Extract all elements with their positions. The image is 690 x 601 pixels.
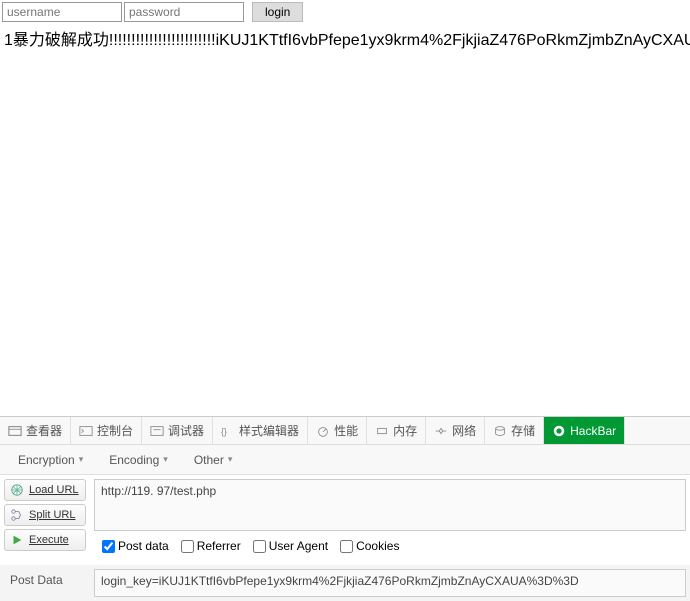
url-area: http://119. 97/test.php Post data Referr… — [90, 475, 690, 565]
network-icon — [434, 424, 448, 438]
encryption-dropdown[interactable]: Encryption ▾ — [10, 449, 91, 471]
check-post-data[interactable]: Post data — [102, 539, 169, 553]
inspector-icon — [8, 424, 22, 438]
tab-debugger[interactable]: 调试器 — [142, 417, 213, 444]
console-icon — [79, 424, 93, 438]
load-url-button[interactable]: Load URL — [4, 479, 86, 501]
post-input-wrap: login_key=iKUJ1KTtfI6vbPfepe1yx9krm4%2Fj… — [94, 569, 686, 597]
split-icon — [10, 508, 24, 522]
checks-row: Post data Referrer User Agent Cookies — [94, 531, 686, 561]
globe-icon — [10, 483, 24, 497]
post-data-label: Post Data — [4, 569, 94, 597]
check-label: Cookies — [356, 539, 399, 553]
tab-inspector[interactable]: 查看器 — [0, 417, 71, 444]
tab-hackbar[interactable]: HackBar — [544, 417, 625, 444]
tab-network[interactable]: 网络 — [426, 417, 485, 444]
tab-label: HackBar — [570, 424, 616, 438]
tab-label: 性能 — [334, 422, 358, 439]
chevron-down-icon: ▾ — [79, 454, 84, 465]
checkbox-user-agent[interactable] — [253, 540, 266, 553]
tab-storage[interactable]: 存储 — [485, 417, 544, 444]
tab-style-editor[interactable]: {} 样式编辑器 — [213, 417, 308, 444]
svg-text:{}: {} — [221, 426, 227, 436]
button-label: Execute — [29, 534, 69, 546]
dropdown-label: Other — [194, 453, 224, 467]
style-editor-icon: {} — [221, 424, 235, 438]
devtools-panel: 查看器 控制台 调试器 {} 样式编辑器 性能 — [0, 416, 690, 601]
tab-label: 控制台 — [97, 422, 133, 439]
chevron-down-icon: ▾ — [228, 454, 233, 465]
post-data-row: Post Data login_key=iKUJ1KTtfI6vbPfepe1y… — [0, 565, 690, 601]
tab-performance[interactable]: 性能 — [308, 417, 367, 444]
play-icon — [10, 533, 24, 547]
encoding-dropdown[interactable]: Encoding ▾ — [101, 449, 176, 471]
dropdown-label: Encoding — [109, 453, 159, 467]
hackbar-main: Load URL Split URL Execute http://119. 9… — [0, 475, 690, 565]
checkbox-post-data[interactable] — [102, 540, 115, 553]
memory-icon — [375, 424, 389, 438]
tab-label: 查看器 — [26, 422, 62, 439]
side-buttons: Load URL Split URL Execute — [0, 475, 90, 565]
check-label: User Agent — [269, 539, 328, 553]
check-cookies[interactable]: Cookies — [340, 539, 399, 553]
check-label: Referrer — [197, 539, 241, 553]
login-button[interactable]: login — [252, 2, 303, 22]
dropdown-label: Encryption — [18, 453, 75, 467]
username-input[interactable] — [2, 2, 122, 22]
tab-label: 网络 — [452, 422, 476, 439]
tab-label: 调试器 — [168, 422, 204, 439]
button-label: Load URL — [29, 484, 79, 496]
checkbox-referrer[interactable] — [181, 540, 194, 553]
check-label: Post data — [118, 539, 169, 553]
options-row: Encryption ▾ Encoding ▾ Other ▾ — [0, 445, 690, 475]
post-data-input[interactable]: login_key=iKUJ1KTtfI6vbPfepe1yx9krm4%2Fj… — [94, 569, 686, 597]
button-label: Split URL — [29, 509, 75, 521]
password-input[interactable] — [124, 2, 244, 22]
result-text: 1暴力破解成功!!!!!!!!!!!!!!!!!!!!!!!!iKUJ1KTtf… — [0, 24, 690, 52]
performance-icon — [316, 424, 330, 438]
tab-memory[interactable]: 内存 — [367, 417, 426, 444]
tab-console[interactable]: 控制台 — [71, 417, 142, 444]
storage-icon — [493, 424, 507, 438]
url-input[interactable]: http://119. 97/test.php — [94, 479, 686, 531]
tab-label: 内存 — [393, 422, 417, 439]
execute-button[interactable]: Execute — [4, 529, 86, 551]
tab-label: 样式编辑器 — [239, 422, 299, 439]
chevron-down-icon: ▾ — [163, 454, 168, 465]
hackbar-icon — [552, 424, 566, 438]
tab-label: 存储 — [511, 422, 535, 439]
check-referrer[interactable]: Referrer — [181, 539, 241, 553]
checkbox-cookies[interactable] — [340, 540, 353, 553]
devtools-tabs: 查看器 控制台 调试器 {} 样式编辑器 性能 — [0, 417, 690, 445]
split-url-button[interactable]: Split URL — [4, 504, 86, 526]
check-user-agent[interactable]: User Agent — [253, 539, 328, 553]
other-dropdown[interactable]: Other ▾ — [186, 449, 241, 471]
login-form: login — [0, 0, 690, 24]
debugger-icon — [150, 424, 164, 438]
